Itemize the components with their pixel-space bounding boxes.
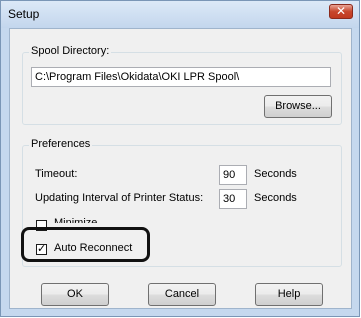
cancel-button[interactable]: Cancel	[148, 283, 216, 306]
close-icon: ✕	[335, 4, 347, 18]
browse-button[interactable]: Browse...	[264, 95, 332, 118]
preferences-legend: Preferences	[29, 138, 93, 150]
interval-label: Updating Interval of Printer Status:	[35, 192, 204, 204]
dialog-body: Spool Directory: C:\Program Files\Okidat…	[9, 28, 352, 309]
interval-input[interactable]: 30	[219, 189, 247, 209]
help-button[interactable]: Help	[255, 283, 323, 306]
spool-directory-legend: Spool Directory:	[29, 45, 112, 57]
timeout-unit: Seconds	[254, 168, 297, 180]
window-title: Setup	[8, 7, 40, 21]
spool-directory-group: Spool Directory: C:\Program Files\Okidat…	[22, 45, 342, 125]
timeout-label: Timeout:	[35, 168, 78, 180]
title-bar[interactable]: Setup ✕	[1, 1, 359, 28]
setup-window: Setup ✕ Spool Directory: C:\Program File…	[0, 0, 360, 317]
spool-path-input[interactable]: C:\Program Files\Okidata\OKI LPR Spool\	[31, 67, 331, 87]
ok-button[interactable]: OK	[41, 283, 109, 306]
timeout-input[interactable]: 90	[219, 165, 247, 185]
auto-reconnect-highlight	[21, 227, 150, 262]
interval-unit: Seconds	[254, 192, 297, 204]
close-button[interactable]: ✕	[329, 4, 353, 19]
